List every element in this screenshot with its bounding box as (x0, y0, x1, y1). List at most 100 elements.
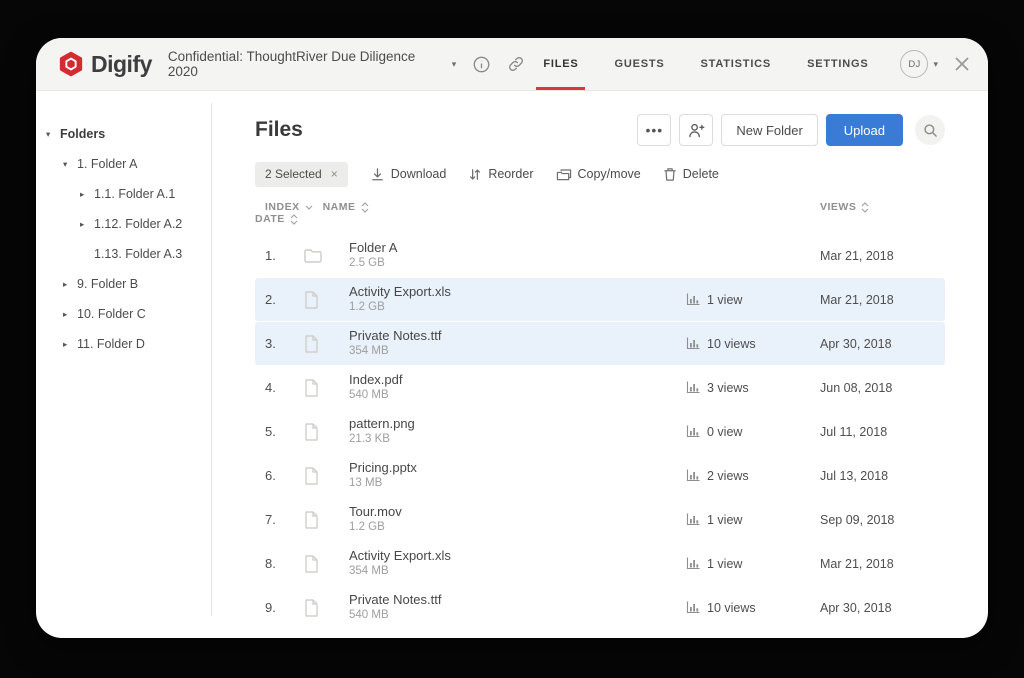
file-name: Pricing.pptx (349, 460, 686, 476)
sidebar-item-10-folder-c[interactable]: ▸10. Folder C (36, 299, 211, 329)
caret-right-icon[interactable]: ▸ (63, 279, 77, 290)
selected-count-chip[interactable]: 2 Selected × (255, 162, 348, 187)
sidebar-item-9-folder-b[interactable]: ▸9. Folder B (36, 269, 211, 299)
copy-move-icon (556, 167, 572, 182)
file-icon (303, 466, 320, 486)
file-icon (303, 422, 320, 442)
file-icon (303, 334, 320, 354)
reorder-action[interactable]: Reorder (468, 167, 533, 182)
table-row[interactable]: 4. Index.pdf 540 MB (255, 366, 945, 409)
tab-settings[interactable]: SETTINGS (800, 38, 875, 90)
sidebar-item-1-12-folder-a-2[interactable]: ▸1.12. Folder A.2 (36, 209, 211, 239)
views-cell[interactable]: 10 views (686, 601, 820, 615)
tab-statistics[interactable]: STATISTICS (694, 38, 779, 90)
table-row[interactable]: 9. Private Notes.ttf 540 MB (255, 586, 945, 629)
bar-chart-icon (686, 293, 700, 306)
file-date: Sep 09, 2018 (820, 513, 945, 527)
digify-dataroom-window: Digify Confidential: ThoughtRiver Due Di… (36, 38, 988, 638)
chevron-down-icon: ▾ (452, 59, 457, 70)
caret-right-icon[interactable]: ▸ (80, 219, 94, 230)
info-icon[interactable] (472, 55, 491, 74)
caret-right-icon[interactable]: ▸ (63, 339, 77, 350)
sidebar-item-1-folder-a[interactable]: ▾1. Folder A (36, 149, 211, 179)
delete-action[interactable]: Delete (663, 167, 719, 182)
tab-guests[interactable]: GUESTS (607, 38, 671, 90)
folder-label: Folders (60, 127, 105, 141)
bar-chart-icon (686, 557, 700, 570)
file-size: 540 MB (349, 608, 686, 623)
bar-chart-icon (686, 425, 700, 438)
views-cell[interactable]: 0 view (686, 425, 820, 439)
table-row[interactable]: 10. Index.pdf 21.3 KB (255, 630, 945, 638)
dataroom-title-dropdown[interactable]: Confidential: ThoughtRiver Due Diligence… (168, 38, 456, 90)
search-icon (923, 123, 938, 138)
table-row[interactable]: 7. Tour.mov 1.2 GB (255, 498, 945, 541)
views-cell[interactable]: 1 view (686, 513, 820, 527)
folder-label: 11. Folder D (77, 337, 145, 351)
caret-down-icon[interactable]: ▾ (63, 159, 77, 170)
views-cell[interactable]: 2 views (686, 469, 820, 483)
row-index: 6. (255, 468, 303, 483)
folder-icon (303, 247, 323, 265)
row-index: 3. (255, 336, 303, 351)
file-size: 2.5 GB (349, 256, 686, 271)
new-folder-button[interactable]: New Folder (721, 114, 817, 146)
nav-tabs: FILES GUESTS STATISTICS SETTINGS (525, 38, 886, 90)
column-header-index[interactable]: INDEX NAME (255, 201, 349, 213)
download-icon (370, 167, 385, 182)
upload-button[interactable]: Upload (826, 114, 903, 146)
caret-down-icon[interactable]: ▾ (46, 129, 60, 140)
row-index: 9. (255, 600, 303, 615)
file-date: Mar 21, 2018 (820, 557, 945, 571)
file-size: 1.2 GB (349, 520, 686, 535)
views-cell[interactable]: 10 views (686, 337, 820, 351)
table-row[interactable]: 8. Activity Export.xls 354 MB (255, 542, 945, 585)
close-icon[interactable] (954, 38, 970, 90)
tab-files[interactable]: FILES (536, 38, 585, 90)
caret-right-icon[interactable]: ▸ (80, 189, 94, 200)
table-row[interactable]: 3. Private Notes.ttf 354 MB (255, 322, 945, 365)
views-count: 10 views (707, 601, 756, 615)
column-header-date[interactable]: DATE (255, 213, 303, 225)
avatar: DJ (900, 50, 928, 78)
sidebar-item-1-1-folder-a-1[interactable]: ▸1.1. Folder A.1 (36, 179, 211, 209)
views-cell[interactable]: 1 view (686, 557, 820, 571)
bar-chart-icon (686, 513, 700, 526)
more-options-button[interactable]: ••• (637, 114, 671, 146)
file-name: Index.pdf (349, 372, 686, 388)
views-cell[interactable]: 1 view (686, 293, 820, 307)
row-index: 7. (255, 512, 303, 527)
copy-move-action[interactable]: Copy/move (556, 167, 641, 182)
table-row[interactable]: 6. Pricing.pptx 13 MB (255, 454, 945, 497)
column-header-views[interactable]: VIEWS (820, 201, 945, 213)
add-guest-button[interactable] (679, 114, 713, 146)
file-name: Activity Export.xls (349, 548, 686, 564)
folder-label: 1.13. Folder A.3 (94, 247, 182, 261)
link-icon[interactable] (507, 55, 525, 73)
file-icon (303, 554, 320, 574)
file-size: 21.3 KB (349, 432, 686, 447)
clear-selection-icon[interactable]: × (331, 167, 338, 181)
table-row[interactable]: 1. Folder A 2.5 GB (255, 234, 945, 277)
app-header: Digify Confidential: ThoughtRiver Due Di… (36, 38, 988, 91)
search-button[interactable] (915, 115, 945, 145)
table-row[interactable]: 5. pattern.png 21.3 KB (255, 410, 945, 453)
row-index: 1. (255, 248, 303, 263)
views-cell[interactable]: 3 views (686, 381, 820, 395)
digify-logo[interactable]: Digify (58, 38, 152, 90)
dataroom-title: Confidential: ThoughtRiver Due Diligence… (168, 49, 445, 79)
folder-label: 10. Folder C (77, 307, 146, 321)
bar-chart-icon (686, 337, 700, 350)
page-title: Files (255, 118, 303, 142)
user-menu[interactable]: DJ ▾ (900, 38, 938, 90)
caret-right-icon[interactable]: ▸ (63, 309, 77, 320)
sidebar-item-11-folder-d[interactable]: ▸11. Folder D (36, 329, 211, 359)
download-action[interactable]: Download (370, 167, 447, 182)
file-name: pattern.png (349, 416, 686, 432)
reorder-icon (468, 167, 482, 182)
table-row[interactable]: 2. Activity Export.xls 1.2 GB (255, 278, 945, 321)
sidebar-item-folders[interactable]: ▾Folders (36, 119, 211, 149)
sidebar-item-1-13-folder-a-3[interactable]: 1.13. Folder A.3 (36, 239, 211, 269)
sidebar-divider (211, 103, 212, 616)
bar-chart-icon (686, 381, 700, 394)
